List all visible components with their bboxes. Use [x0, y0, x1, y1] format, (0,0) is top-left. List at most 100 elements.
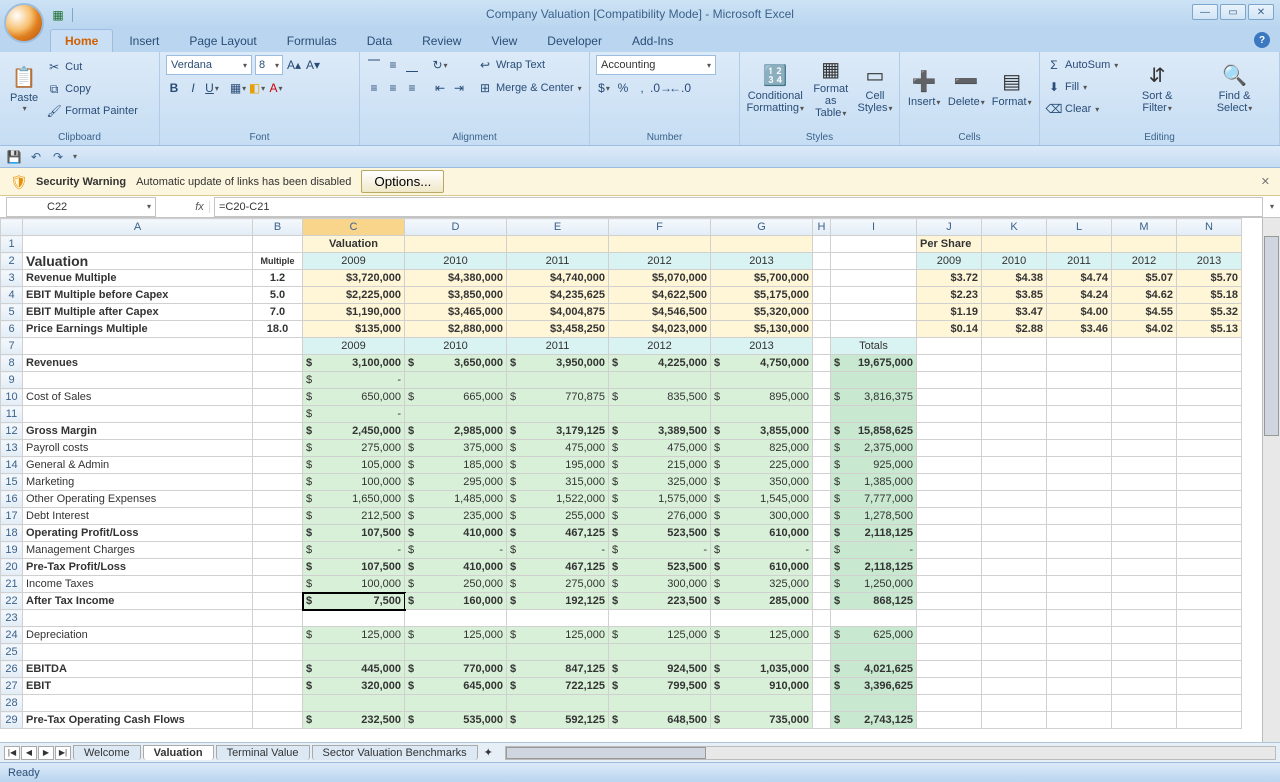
- cell[interactable]: $125,000: [405, 627, 507, 644]
- cell[interactable]: $5.07: [1112, 270, 1177, 287]
- cell[interactable]: [1047, 525, 1112, 542]
- cell[interactable]: [507, 644, 609, 661]
- format-painter-button[interactable]: 🖌Format Painter: [46, 101, 138, 121]
- row-header[interactable]: 11: [1, 406, 23, 423]
- align-right-icon[interactable]: ≡: [404, 80, 420, 96]
- cell[interactable]: $1.19: [917, 304, 982, 321]
- cell[interactable]: $825,000: [711, 440, 813, 457]
- cell[interactable]: [253, 508, 303, 525]
- cell[interactable]: [507, 610, 609, 627]
- cell[interactable]: 5.0: [253, 287, 303, 304]
- security-options-button[interactable]: Options...: [361, 170, 444, 193]
- cell[interactable]: [253, 661, 303, 678]
- fx-icon[interactable]: fx: [190, 201, 210, 213]
- cell[interactable]: [917, 423, 982, 440]
- cell[interactable]: $924,500: [609, 661, 711, 678]
- cell[interactable]: [813, 236, 831, 253]
- cell[interactable]: [1047, 712, 1112, 729]
- cell[interactable]: [253, 644, 303, 661]
- cell[interactable]: [813, 474, 831, 491]
- cell[interactable]: $-: [507, 542, 609, 559]
- cell[interactable]: 2010: [405, 338, 507, 355]
- cell[interactable]: $250,000: [405, 576, 507, 593]
- office-button[interactable]: [4, 3, 44, 43]
- cell[interactable]: [507, 695, 609, 712]
- row-header[interactable]: 15: [1, 474, 23, 491]
- cell[interactable]: [1112, 593, 1177, 610]
- cell[interactable]: $1,190,000: [303, 304, 405, 321]
- col-header[interactable]: H: [813, 219, 831, 236]
- cell[interactable]: [813, 491, 831, 508]
- cell[interactable]: [609, 372, 711, 389]
- cell[interactable]: $475,000: [609, 440, 711, 457]
- cell[interactable]: Income Taxes: [23, 576, 253, 593]
- cell[interactable]: [253, 627, 303, 644]
- font-name-select[interactable]: Verdana▾: [166, 55, 252, 75]
- cell[interactable]: [1047, 661, 1112, 678]
- cell[interactable]: [917, 610, 982, 627]
- cell[interactable]: [813, 508, 831, 525]
- align-bottom-icon[interactable]: ⎽: [404, 57, 420, 73]
- cell[interactable]: [1177, 508, 1242, 525]
- cell[interactable]: $4,225,000: [609, 355, 711, 372]
- cell[interactable]: [813, 338, 831, 355]
- tab-formulas[interactable]: Formulas: [273, 30, 351, 52]
- cell[interactable]: [917, 440, 982, 457]
- cell[interactable]: $-: [609, 542, 711, 559]
- cell[interactable]: [1047, 338, 1112, 355]
- cell[interactable]: [1177, 678, 1242, 695]
- cell[interactable]: $2,118,125: [831, 525, 917, 542]
- cut-button[interactable]: ✂Cut: [46, 57, 138, 77]
- cell[interactable]: [831, 644, 917, 661]
- cell[interactable]: [1177, 610, 1242, 627]
- cell[interactable]: $1,250,000: [831, 576, 917, 593]
- cell[interactable]: [982, 644, 1047, 661]
- decrease-indent-icon[interactable]: ⇤: [432, 80, 448, 96]
- row-header[interactable]: 9: [1, 372, 23, 389]
- cell[interactable]: $276,000: [609, 508, 711, 525]
- cell[interactable]: $19,675,000: [831, 355, 917, 372]
- cell[interactable]: [813, 644, 831, 661]
- cell[interactable]: $5,700,000: [711, 270, 813, 287]
- cell[interactable]: 7.0: [253, 304, 303, 321]
- cell[interactable]: $1,575,000: [609, 491, 711, 508]
- cell[interactable]: $160,000: [405, 593, 507, 610]
- align-left-icon[interactable]: ≡: [366, 80, 382, 96]
- sheet-nav-last-icon[interactable]: ▶|: [55, 746, 71, 760]
- cell[interactable]: [813, 610, 831, 627]
- cell[interactable]: $847,125: [507, 661, 609, 678]
- cell[interactable]: [831, 695, 917, 712]
- cell[interactable]: $7,777,000: [831, 491, 917, 508]
- cell[interactable]: [813, 457, 831, 474]
- cell[interactable]: $3,850,000: [405, 287, 507, 304]
- cell[interactable]: $4.55: [1112, 304, 1177, 321]
- col-header[interactable]: C: [303, 219, 405, 236]
- cell[interactable]: [1047, 678, 1112, 695]
- cell[interactable]: [1112, 559, 1177, 576]
- cell[interactable]: [1047, 644, 1112, 661]
- tab-data[interactable]: Data: [353, 30, 406, 52]
- cell[interactable]: [982, 406, 1047, 423]
- cell[interactable]: EBITDA: [23, 661, 253, 678]
- cell[interactable]: [1112, 627, 1177, 644]
- cell[interactable]: $4,546,500: [609, 304, 711, 321]
- cell[interactable]: [1112, 491, 1177, 508]
- bold-button[interactable]: B: [166, 80, 182, 96]
- cell[interactable]: [982, 423, 1047, 440]
- cell[interactable]: 2012: [1112, 253, 1177, 270]
- cell[interactable]: [982, 661, 1047, 678]
- col-header[interactable]: B: [253, 219, 303, 236]
- col-header[interactable]: N: [1177, 219, 1242, 236]
- cell[interactable]: [813, 270, 831, 287]
- cell[interactable]: $4,622,500: [609, 287, 711, 304]
- decrease-decimal-icon[interactable]: ←.0: [672, 80, 688, 96]
- cell[interactable]: $3,855,000: [711, 423, 813, 440]
- cell[interactable]: General & Admin: [23, 457, 253, 474]
- shrink-font-icon[interactable]: A▾: [305, 57, 321, 73]
- cell[interactable]: Pre-Tax Profit/Loss: [23, 559, 253, 576]
- cell[interactable]: $665,000: [405, 389, 507, 406]
- cell[interactable]: 2012: [609, 338, 711, 355]
- cell[interactable]: [1112, 576, 1177, 593]
- format-as-table-button[interactable]: ▦Format as Table▾: [808, 55, 853, 121]
- align-top-icon[interactable]: ⎺: [366, 57, 382, 73]
